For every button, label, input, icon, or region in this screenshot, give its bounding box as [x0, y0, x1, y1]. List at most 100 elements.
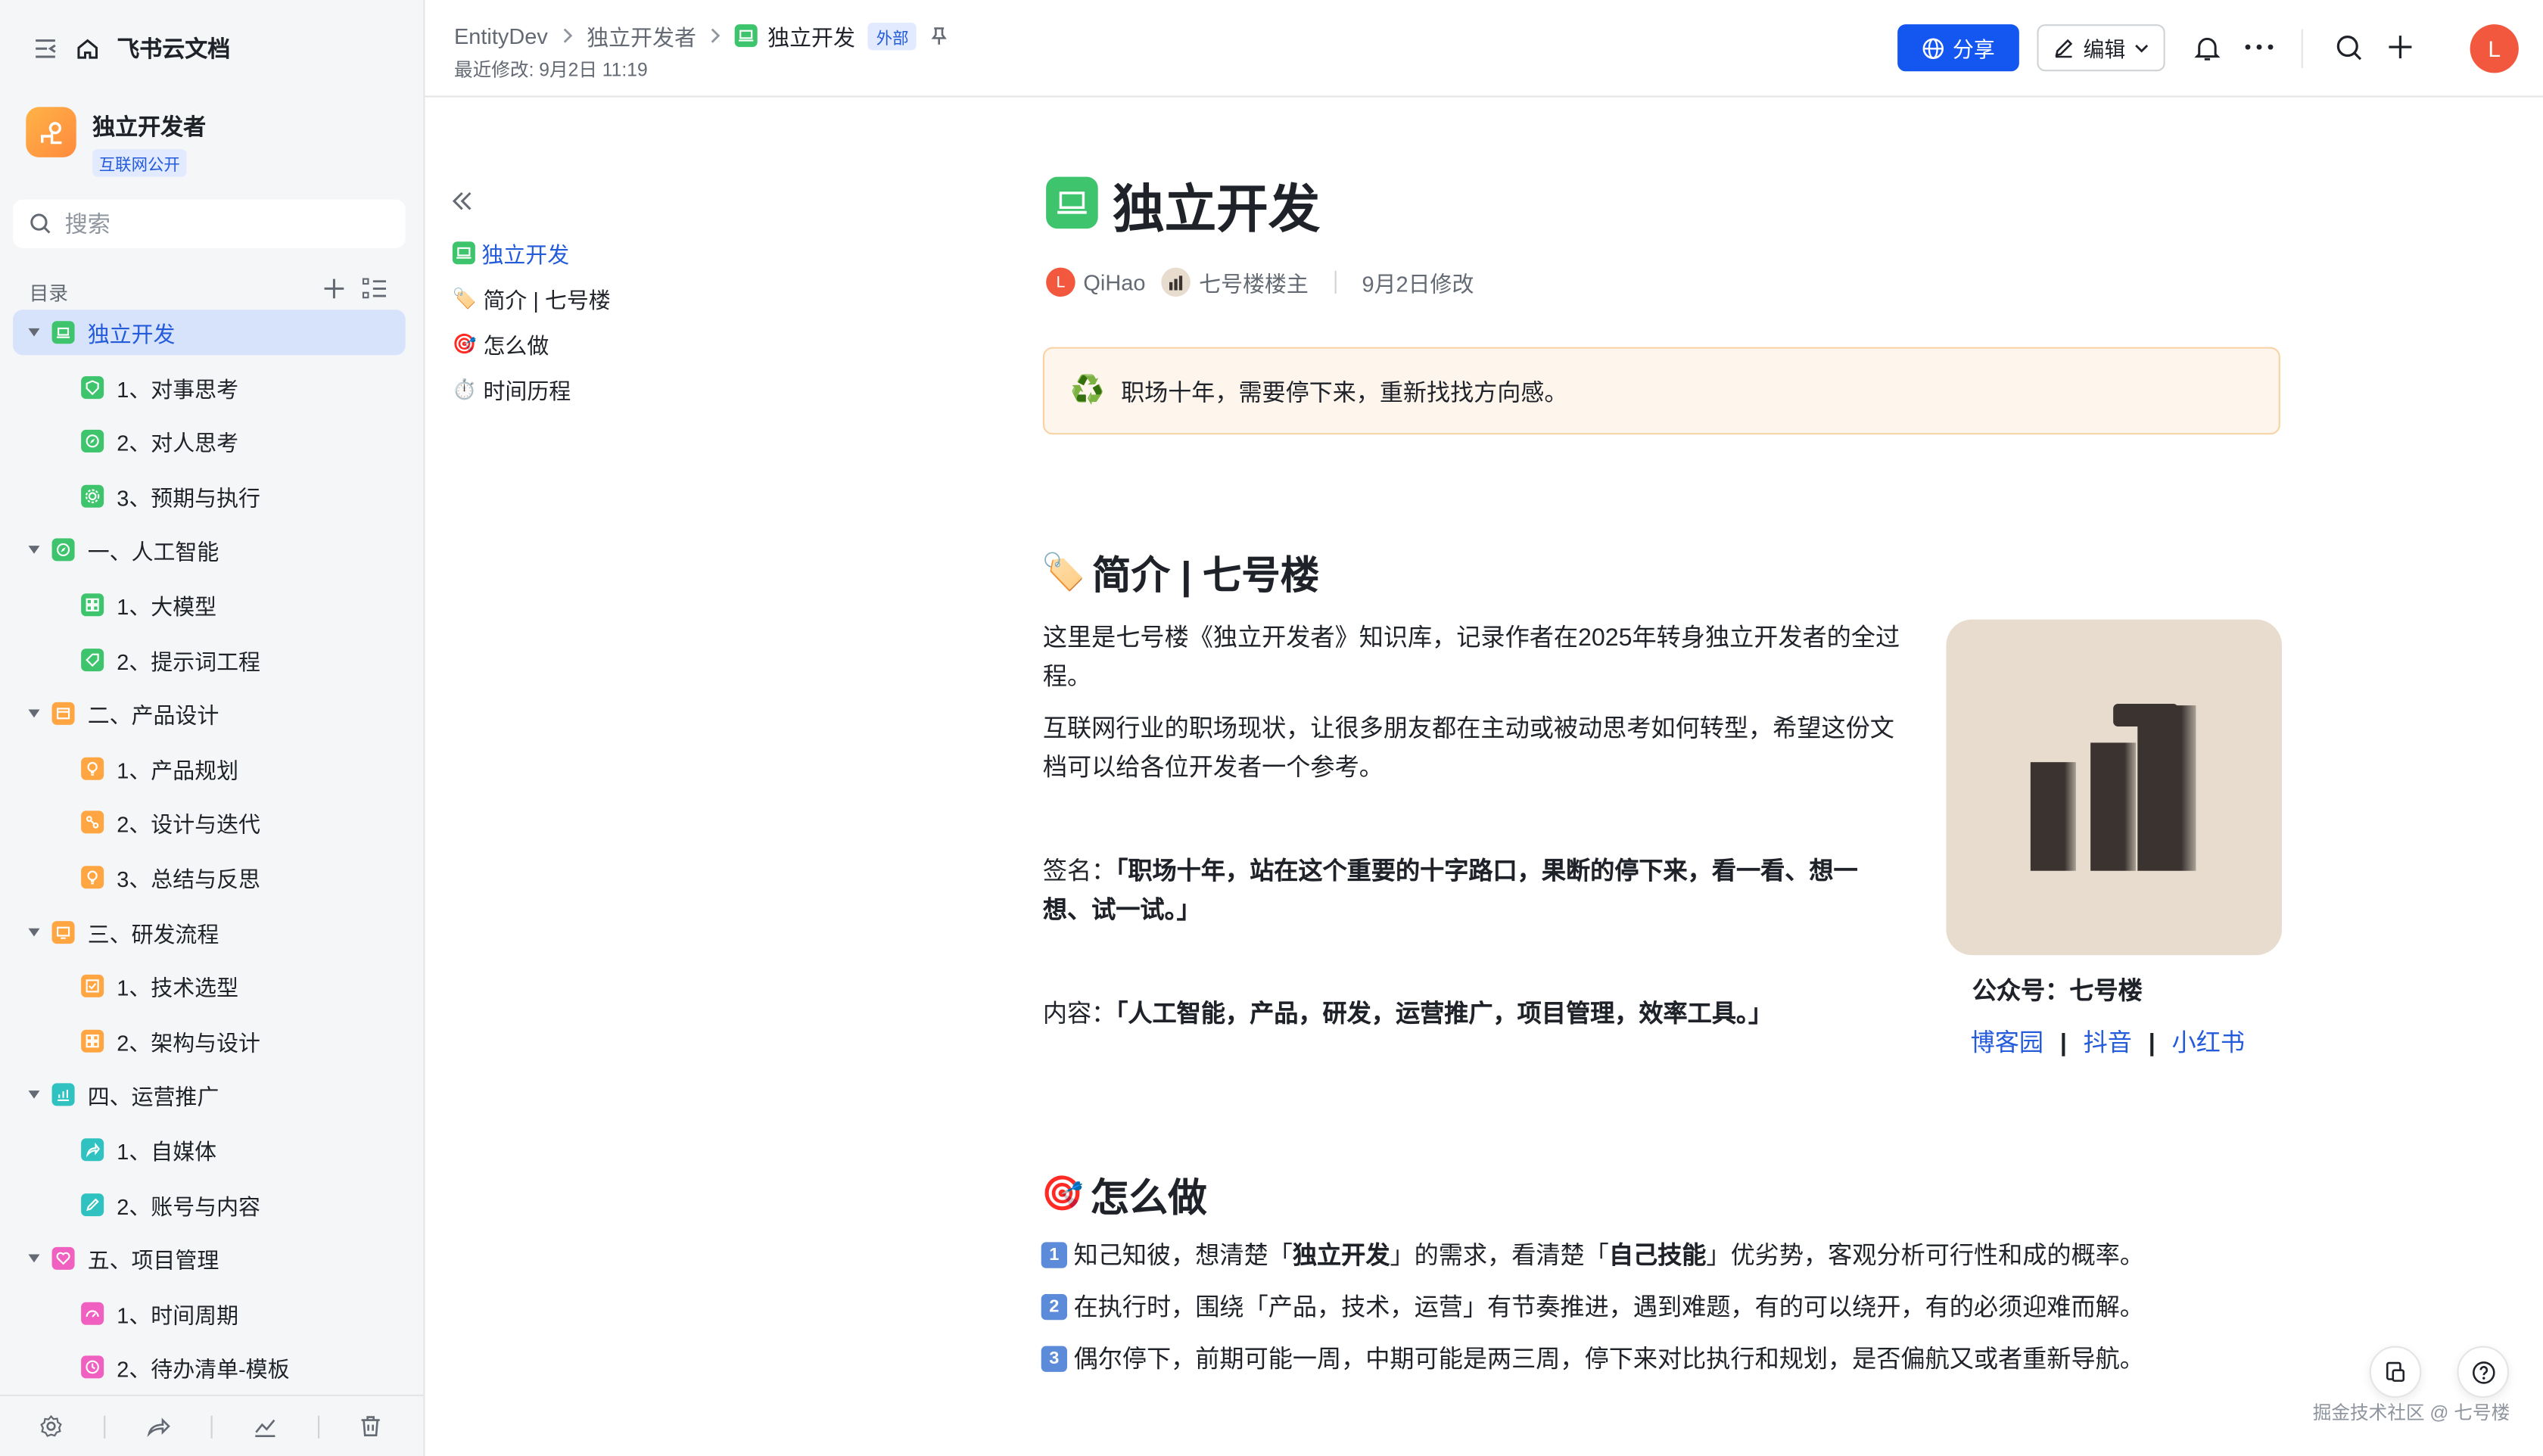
- step-text: 偶尔停下，前期可能一周，中期可能是两三周，停下来对比执行和规划，是否偏航又或者重…: [1073, 1346, 2144, 1374]
- sidebar-search[interactable]: 搜索: [13, 199, 406, 248]
- space-card[interactable]: 独立开发者 互联网公开: [26, 107, 206, 178]
- link-xiaohongshu[interactable]: 小红书: [2172, 1030, 2245, 1057]
- app-title[interactable]: 飞书云文档: [117, 33, 230, 65]
- sidebar-item[interactable]: 二、产品设计: [13, 691, 406, 736]
- breadcrumb: EntityDev 独立开发者 独立开发 外部: [454, 20, 949, 52]
- keycap-1-icon: 1: [1041, 1241, 1067, 1268]
- expand-toggle-icon[interactable]: [26, 924, 42, 940]
- search-icon[interactable]: [2332, 31, 2364, 64]
- sidebar-item[interactable]: 三、研发流程: [13, 909, 406, 954]
- sidebar-item[interactable]: 2、对人思考: [13, 418, 406, 464]
- outline-item[interactable]: 独立开发: [452, 230, 611, 275]
- sidebar-item-label: 一、人工智能: [87, 540, 219, 565]
- share-out-icon[interactable]: [146, 1414, 171, 1439]
- edit-label: 编辑: [2083, 37, 2126, 62]
- collapse-outline-icon[interactable]: [450, 188, 475, 222]
- expand-toggle-icon[interactable]: [26, 1087, 42, 1103]
- sidebar-item[interactable]: 2、设计与迭代: [13, 800, 406, 845]
- settings-icon[interactable]: [39, 1414, 64, 1439]
- heading-text: 怎么做: [1090, 1177, 1207, 1221]
- outline-emoji-icon: 🏷️: [452, 287, 477, 310]
- sidebar-item[interactable]: 1、大模型: [13, 582, 406, 627]
- sidebar-item[interactable]: 3、总结与反思: [13, 854, 406, 900]
- share-button[interactable]: 分享: [1897, 24, 2019, 72]
- keycap-2-icon: 2: [1041, 1293, 1067, 1320]
- footer-divider: [104, 1414, 106, 1438]
- keycap-3-icon: 3: [1041, 1345, 1067, 1371]
- home-icon[interactable]: [75, 36, 101, 61]
- gauge-icon: [81, 1302, 104, 1325]
- link-cnblogs[interactable]: 博客园: [1971, 1030, 2043, 1057]
- sidebar-item-label: 1、技术选型: [117, 976, 239, 1001]
- trash-icon[interactable]: [360, 1414, 384, 1439]
- sidebar-item[interactable]: 1、时间周期: [13, 1290, 406, 1336]
- sidebar-item[interactable]: 独立开发: [13, 310, 406, 356]
- chevron-right-icon: [563, 28, 572, 43]
- heart-icon: [51, 1247, 75, 1271]
- tree-settings-icon[interactable]: [362, 277, 388, 300]
- sidebar-item-label: 3、预期与执行: [117, 486, 260, 511]
- external-badge: 外部: [868, 21, 917, 50]
- bulb-icon: [81, 866, 104, 889]
- breadcrumb-item[interactable]: 独立开发者: [587, 20, 696, 52]
- pin-icon[interactable]: [929, 26, 949, 45]
- sidebar-item-label: 1、大模型: [117, 595, 217, 620]
- doc-info-button[interactable]: [2369, 1346, 2422, 1398]
- outline-item[interactable]: ⏱️ 时间历程: [453, 366, 611, 412]
- step-item: 3 偶尔停下，前期可能一周，中期可能是两三周，停下来对比执行和规划，是否偏航又或…: [1041, 1341, 2144, 1375]
- sidebar-item[interactable]: 1、技术选型: [13, 963, 406, 1009]
- breadcrumb-current[interactable]: 独立开发: [735, 20, 855, 52]
- expand-toggle-icon[interactable]: [26, 543, 42, 558]
- sidebar-item-label: 独立开发: [87, 322, 176, 347]
- expand-toggle-icon[interactable]: [26, 1251, 42, 1267]
- bell-icon[interactable]: [2191, 31, 2224, 64]
- link-separator: |: [2148, 1029, 2155, 1058]
- add-page-icon[interactable]: [322, 277, 345, 300]
- sidebar-item[interactable]: 四、运营推广: [13, 1072, 406, 1118]
- breadcrumb-item[interactable]: EntityDev: [454, 23, 548, 48]
- author-name[interactable]: QiHao: [1083, 270, 1145, 294]
- help-button[interactable]: [2457, 1346, 2509, 1398]
- content-text: 「人工智能，产品，研发，运营推广，项目管理，效率工具。」: [1116, 1000, 1773, 1028]
- laptop-icon: [1046, 176, 1098, 229]
- sidebar-item[interactable]: 2、待办清单-模板: [13, 1345, 406, 1390]
- user-avatar[interactable]: L: [2470, 24, 2519, 73]
- owner-avatar: [1161, 267, 1191, 297]
- more-icon[interactable]: [2243, 31, 2276, 64]
- laptop-icon: [735, 24, 758, 48]
- page-title: 独立开发: [1113, 179, 1321, 238]
- sidebar-item[interactable]: 2、提示词工程: [13, 636, 406, 682]
- flow-icon: [81, 811, 104, 835]
- outline-item[interactable]: 🏷️ 简介 | 七号楼: [453, 275, 611, 321]
- sidebar-item[interactable]: 1、对事思考: [13, 364, 406, 409]
- sidebar-item-label: 2、架构与设计: [117, 1031, 260, 1056]
- sidebar-item[interactable]: 3、预期与执行: [13, 473, 406, 518]
- space-logo: [26, 107, 76, 157]
- link-douyin[interactable]: 抖音: [2084, 1030, 2132, 1057]
- sidebar-item[interactable]: 一、人工智能: [13, 527, 406, 573]
- collapse-sidebar-icon[interactable]: [33, 36, 58, 61]
- outline-label: 怎么做: [483, 334, 549, 359]
- owner-name[interactable]: 七号楼楼主: [1199, 266, 1309, 298]
- meta-divider: [1334, 270, 1337, 294]
- tag-icon: [81, 648, 104, 671]
- expand-toggle-icon[interactable]: [26, 325, 42, 341]
- sidebar-item[interactable]: 五、项目管理: [13, 1236, 406, 1281]
- chevron-down-icon: [2134, 43, 2148, 52]
- analytics-icon[interactable]: [253, 1414, 277, 1439]
- edit-mode-button[interactable]: 编辑: [2037, 24, 2165, 72]
- expand-toggle-icon[interactable]: [26, 706, 42, 722]
- grid-icon: [81, 593, 104, 617]
- footer-divider: [317, 1414, 319, 1438]
- pencil-icon: [2056, 39, 2074, 58]
- search-icon: [30, 213, 51, 234]
- chevron-right-icon: [711, 28, 721, 43]
- sidebar-item[interactable]: 1、自媒体: [13, 1127, 406, 1172]
- sidebar-item-label: 3、总结与反思: [117, 867, 260, 892]
- sidebar-item[interactable]: 2、架构与设计: [13, 1018, 406, 1063]
- sidebar-item-label: 二、产品设计: [87, 704, 219, 729]
- plus-icon[interactable]: [2384, 31, 2417, 64]
- outline-item[interactable]: 🎯 怎么做: [453, 321, 611, 366]
- sidebar-item[interactable]: 1、产品规划: [13, 745, 406, 791]
- sidebar-item[interactable]: 2、账号与内容: [13, 1181, 406, 1227]
